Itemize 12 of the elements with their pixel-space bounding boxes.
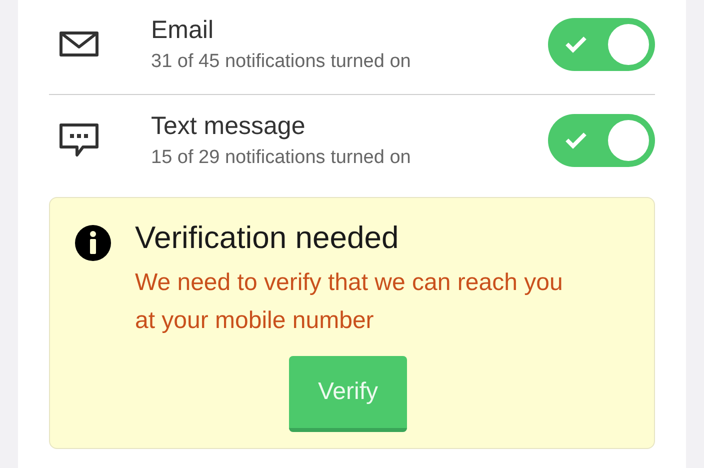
channel-name: Text message	[151, 112, 306, 140]
toggle-switch[interactable]	[548, 18, 655, 70]
chat-icon	[59, 123, 99, 157]
verify-button[interactable]: Verify	[289, 356, 407, 432]
alert-title: Verification needed	[135, 220, 400, 256]
channel-summary: 31 of 45 notifications turned on	[151, 50, 412, 72]
channel-name: Email	[151, 16, 215, 44]
check-icon	[565, 130, 587, 148]
check-icon	[565, 34, 587, 52]
channel-summary: 15 of 29 notifications turned on	[151, 146, 412, 168]
info-icon	[74, 224, 112, 262]
alert-message: We need to verify that we can reach you at your mobile number	[135, 268, 564, 336]
